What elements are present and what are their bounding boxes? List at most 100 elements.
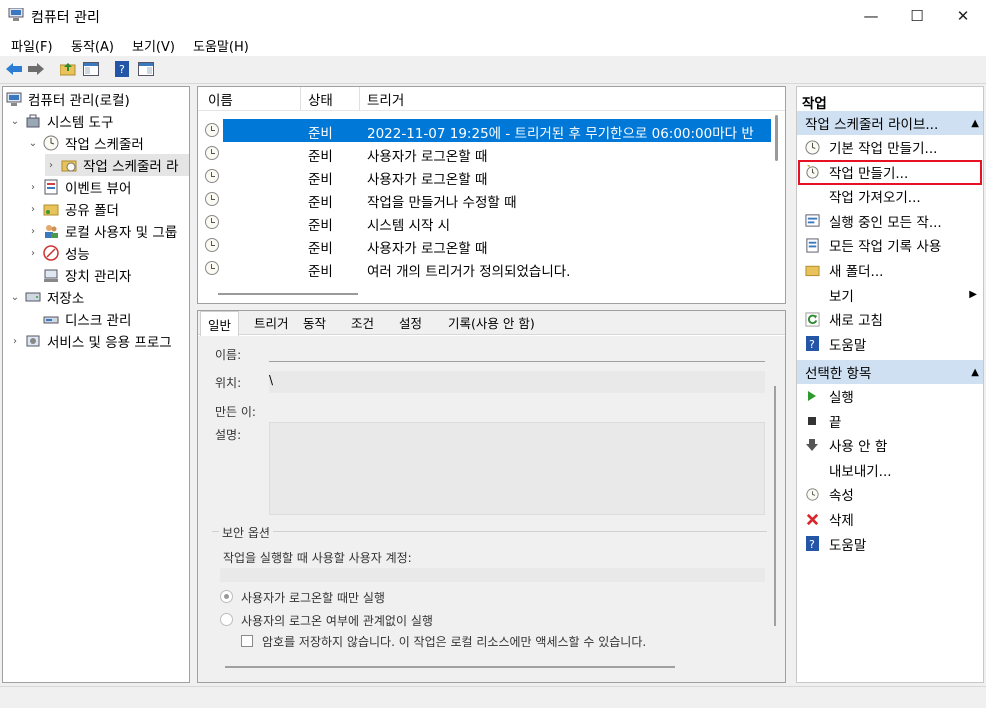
radio-logged-on-only[interactable] bbox=[220, 590, 233, 603]
device-manager-icon bbox=[44, 269, 58, 282]
menu-bar: 파일(F) 동작(A) 보기(V) 도움말(H) bbox=[0, 32, 986, 56]
show-hide-tree-button[interactable] bbox=[82, 60, 100, 78]
location-value: \ bbox=[269, 371, 765, 393]
action-delete[interactable]: 삭제 bbox=[797, 507, 983, 531]
action-label: 모든 작업 기록 사용 bbox=[829, 239, 942, 256]
action-item-6[interactable]: 보기 ▶ bbox=[797, 283, 983, 307]
no-store-password-checkbox[interactable] bbox=[241, 635, 253, 647]
action-disable[interactable]: 사용 안 함 bbox=[797, 433, 983, 457]
tab-history[interactable]: 기록(사용 안 함) bbox=[441, 311, 542, 333]
chevron-right-icon[interactable]: › bbox=[27, 248, 39, 259]
tree-item-device-manager[interactable]: 장치 관리자 bbox=[43, 264, 131, 286]
tree-label: 로컬 사용자 및 그룹 bbox=[65, 225, 178, 241]
chevron-right-icon[interactable]: › bbox=[27, 182, 39, 193]
action-item-3[interactable]: 내보내기... bbox=[797, 458, 983, 482]
maximize-button[interactable]: ☐ bbox=[894, 0, 940, 32]
help-toolbar-button[interactable]: ? bbox=[113, 60, 131, 78]
action-label: 사용 안 함 bbox=[829, 439, 888, 456]
table-row[interactable]: 준비 사용자가 로그온할 때 bbox=[198, 142, 766, 165]
collapse-icon[interactable]: ▲ bbox=[971, 118, 979, 129]
task-clock-icon bbox=[205, 238, 219, 252]
tree-item-disk-management[interactable]: 디스크 관리 bbox=[43, 308, 131, 330]
action-history[interactable]: 모든 작업 기록 사용 bbox=[797, 233, 983, 257]
table-row[interactable]: 준비 2022-11-07 19:25에 - 트리거된 후 무기한으로 06:00… bbox=[198, 119, 771, 142]
tree-item-root[interactable]: 컴퓨터 관리(로컬) bbox=[6, 88, 130, 110]
radio-whether-logged-on[interactable] bbox=[220, 613, 233, 626]
description-field[interactable] bbox=[269, 422, 765, 515]
tab-actions[interactable]: 동작 bbox=[296, 311, 333, 333]
chevron-right-icon[interactable]: › bbox=[27, 204, 39, 215]
chevron-down-icon[interactable]: ⌄ bbox=[9, 292, 21, 303]
create-task-highlight bbox=[798, 160, 982, 185]
chevron-right-icon[interactable]: › bbox=[45, 160, 57, 171]
action-end[interactable]: 끝 bbox=[797, 409, 983, 433]
menu-file[interactable]: 파일(F) bbox=[11, 36, 53, 55]
table-row[interactable]: 준비 여러 개의 트리거가 정의되었습니다. bbox=[198, 257, 766, 280]
chevron-right-icon[interactable]: › bbox=[27, 226, 39, 237]
column-header-trigger[interactable]: 트리거 bbox=[361, 87, 761, 111]
tab-triggers[interactable]: 트리거 bbox=[247, 311, 296, 333]
tree-item-services[interactable]: › 서비스 및 응용 프로그 bbox=[9, 330, 172, 352]
action-help[interactable]: ? 도움말 bbox=[797, 332, 983, 356]
folder-up-icon bbox=[60, 63, 76, 76]
menu-action[interactable]: 동작(A) bbox=[71, 36, 114, 55]
chevron-right-icon[interactable]: › bbox=[9, 336, 21, 347]
running-tasks-icon bbox=[804, 213, 820, 229]
close-button[interactable]: ✕ bbox=[940, 0, 986, 32]
column-header-name[interactable]: 이름 bbox=[202, 87, 301, 111]
name-field[interactable] bbox=[269, 340, 765, 362]
tree-item-storage[interactable]: ⌄ 저장소 bbox=[9, 286, 84, 308]
tree-item-event-viewer[interactable]: › 이벤트 뷰어 bbox=[27, 176, 131, 198]
chevron-down-icon[interactable]: ⌄ bbox=[9, 116, 21, 127]
forward-button[interactable] bbox=[27, 60, 45, 78]
action-refresh[interactable]: 새로 고침 bbox=[797, 307, 983, 331]
action-label: 기본 작업 만들기... bbox=[829, 141, 938, 157]
table-row-partial[interactable] bbox=[198, 280, 766, 284]
action-help[interactable]: ? 도움말 bbox=[797, 532, 983, 556]
name-label: 이름: bbox=[215, 348, 242, 362]
column-header-status[interactable]: 상태 bbox=[302, 87, 360, 111]
tree-item-performance[interactable]: › 성능 bbox=[27, 242, 90, 264]
table-row[interactable]: 준비 사용자가 로그온할 때 bbox=[198, 165, 766, 188]
action-item-2[interactable]: 작업 가져오기... bbox=[797, 184, 983, 208]
details-horizontal-scrollbar[interactable] bbox=[225, 666, 675, 668]
horizontal-scrollbar[interactable] bbox=[218, 293, 358, 295]
section-header-selected[interactable]: 선택한 항목 ▲ bbox=[797, 360, 983, 384]
chevron-down-icon[interactable]: ⌄ bbox=[27, 138, 39, 149]
up-folder-button[interactable] bbox=[59, 60, 77, 78]
menu-help[interactable]: 도움말(H) bbox=[193, 36, 249, 55]
table-row[interactable]: 준비 시스템 시작 시 bbox=[198, 211, 766, 234]
task-trigger: 작업을 만들거나 수정할 때 bbox=[367, 195, 517, 211]
vertical-scrollbar[interactable] bbox=[775, 115, 778, 161]
action-running-tasks[interactable]: 실행 중인 모든 작... bbox=[797, 209, 983, 233]
task-trigger: 사용자가 로그온할 때 bbox=[367, 241, 488, 257]
tab-conditions[interactable]: 조건 bbox=[344, 311, 381, 333]
action-basic-task[interactable]: 기본 작업 만들기... bbox=[797, 135, 983, 159]
details-vertical-scrollbar[interactable] bbox=[774, 386, 776, 626]
minimize-button[interactable]: — bbox=[848, 0, 894, 32]
tree-label: 이벤트 뷰어 bbox=[65, 181, 132, 197]
tab-general[interactable]: 일반 bbox=[200, 311, 240, 336]
tree-label: 공유 폴더 bbox=[65, 203, 119, 219]
tab-settings[interactable]: 설정 bbox=[392, 311, 429, 333]
collapse-icon[interactable]: ▲ bbox=[971, 367, 979, 378]
menu-view[interactable]: 보기(V) bbox=[132, 36, 175, 55]
action-folder[interactable]: 새 폴더... bbox=[797, 258, 983, 282]
tree-item-task-scheduler-library[interactable]: › 작업 스케줄러 라 bbox=[45, 154, 189, 176]
action-properties[interactable]: 속성 bbox=[797, 482, 983, 506]
section-header-library[interactable]: 작업 스케줄러 라이브... ▲ bbox=[797, 111, 983, 135]
tree-label: 시스템 도구 bbox=[47, 115, 114, 131]
account-field bbox=[220, 568, 765, 582]
table-row[interactable]: 준비 사용자가 로그온할 때 bbox=[198, 234, 766, 257]
tree-item-shared-folders[interactable]: › 공유 폴더 bbox=[27, 198, 119, 220]
back-button[interactable] bbox=[5, 60, 23, 78]
show-action-pane-button[interactable] bbox=[137, 60, 155, 78]
toolbar: ? bbox=[0, 56, 986, 84]
task-trigger: 사용자가 로그온할 때 bbox=[367, 172, 488, 188]
action-run[interactable]: 실행 bbox=[797, 384, 983, 408]
tree-item-task-scheduler[interactable]: ⌄ 작업 스케줄러 bbox=[27, 132, 144, 154]
table-row[interactable]: 준비 작업을 만들거나 수정할 때 bbox=[198, 188, 766, 211]
tree-item-local-users[interactable]: › 로컬 사용자 및 그룹 bbox=[27, 220, 177, 242]
disable-icon bbox=[804, 437, 820, 453]
tree-item-system-tools[interactable]: ⌄ 시스템 도구 bbox=[9, 110, 113, 132]
